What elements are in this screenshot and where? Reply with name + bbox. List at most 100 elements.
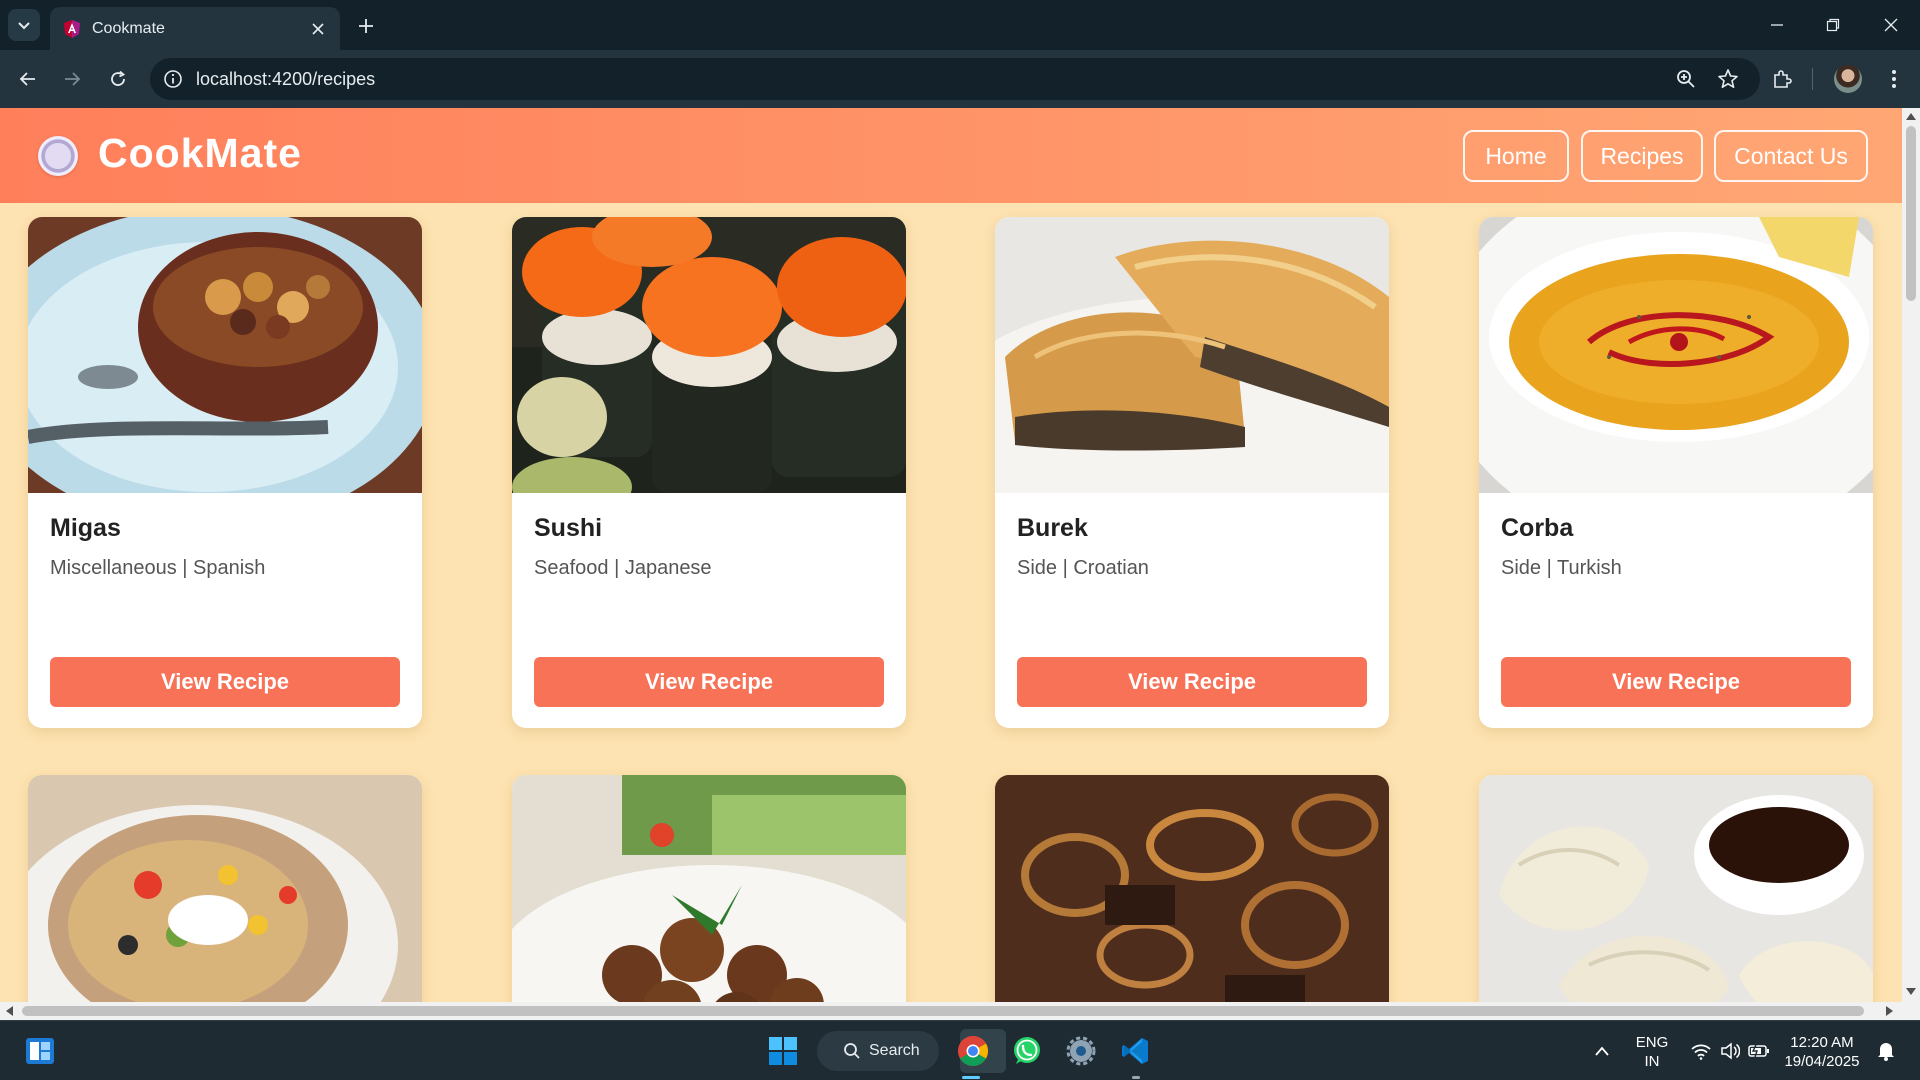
- taskbar-whatsapp[interactable]: [1009, 1033, 1045, 1069]
- widgets-icon: [26, 1038, 54, 1064]
- taskbar-settings[interactable]: [1063, 1033, 1099, 1069]
- search-label: Search: [869, 1042, 920, 1059]
- nav-home[interactable]: Home: [1463, 130, 1569, 182]
- battery-icon: [1748, 1044, 1769, 1058]
- recipe-card-sushi: Sushi Seafood | Japanese View Recipe: [512, 217, 906, 728]
- restore-button[interactable]: [1818, 10, 1848, 40]
- chrome-icon: [957, 1036, 989, 1067]
- logo-text[interactable]: CookMate: [98, 130, 302, 177]
- minimize-button[interactable]: [1762, 10, 1792, 40]
- plus-icon: [359, 19, 373, 33]
- taskbar-search[interactable]: Search: [817, 1031, 939, 1071]
- puzzle-icon: [1774, 70, 1792, 88]
- page-viewport: CookMate Home Recipes Contact Us Migas M…: [0, 108, 1902, 1002]
- horizontal-scrollbar[interactable]: [0, 1002, 1920, 1020]
- scroll-down-arrow-icon[interactable]: [1906, 988, 1916, 996]
- recipe-category-area: Miscellaneous | Spanish: [50, 557, 266, 579]
- vertical-scroll-thumb[interactable]: [1906, 126, 1916, 301]
- recipe-card-falafel: [512, 775, 906, 1002]
- tab-search-button[interactable]: [8, 9, 40, 41]
- volume-icon: [1721, 1042, 1740, 1060]
- recipe-card-migas: Migas Miscellaneous | Spanish View Recip…: [28, 217, 422, 728]
- browser-tab-cookmate[interactable]: Cookmate: [50, 7, 340, 50]
- region-code: IN: [1644, 1053, 1660, 1070]
- close-icon: [1884, 18, 1898, 32]
- recipe-card-corba: Corba Side | Turkish View Recipe: [1479, 217, 1873, 728]
- start-button[interactable]: [765, 1033, 801, 1069]
- vertical-scrollbar[interactable]: [1902, 108, 1920, 1002]
- chevron-up-icon: [1595, 1046, 1609, 1056]
- recipe-image-falafel[interactable]: [512, 775, 906, 1002]
- nav-recipes[interactable]: Recipes: [1581, 130, 1703, 182]
- close-window-button[interactable]: [1876, 10, 1906, 40]
- zoom-icon[interactable]: [1674, 67, 1698, 91]
- whatsapp-icon: [1014, 1037, 1040, 1064]
- tab-title: Cookmate: [92, 19, 165, 37]
- bell-icon: [1878, 1043, 1894, 1061]
- recipe-name: Migas: [50, 514, 121, 542]
- notifications-button[interactable]: [1868, 1033, 1904, 1069]
- vscode-icon: [1122, 1038, 1148, 1064]
- recipe-image-dumplings[interactable]: [1479, 775, 1873, 1002]
- address-bar[interactable]: localhost:4200/recipes: [150, 58, 1760, 100]
- language-code: ENG: [1635, 1034, 1669, 1051]
- recipe-image-stuffed-potato[interactable]: [28, 775, 422, 1002]
- recipe-image-corba[interactable]: [1479, 217, 1873, 493]
- view-recipe-button[interactable]: View Recipe: [1017, 657, 1367, 707]
- extensions-button[interactable]: [1768, 65, 1796, 93]
- clock[interactable]: 12:20 AM 19/04/2025: [1776, 1033, 1868, 1071]
- taskbar-vscode[interactable]: [1117, 1033, 1153, 1069]
- app-header: CookMate Home Recipes Contact Us: [0, 108, 1902, 203]
- recipe-image-beef-onions[interactable]: [995, 775, 1389, 1002]
- recipe-category-area: Side | Turkish: [1501, 557, 1622, 579]
- show-hidden-icons-button[interactable]: [1584, 1033, 1620, 1069]
- minimize-icon: [1771, 24, 1783, 26]
- reload-icon: [111, 70, 126, 86]
- recipe-image-sushi[interactable]: [512, 217, 906, 493]
- gear-icon: [1066, 1036, 1096, 1066]
- view-recipe-button[interactable]: View Recipe: [1501, 657, 1851, 707]
- browser-tab-bar: Cookmate: [0, 0, 1920, 50]
- back-button[interactable]: [12, 63, 44, 95]
- input-language[interactable]: ENG IN: [1628, 1033, 1676, 1071]
- recipe-card-beef-onions: [995, 775, 1389, 1002]
- scroll-right-arrow-icon[interactable]: [1886, 1006, 1894, 1016]
- restore-icon: [1826, 18, 1840, 32]
- profile-avatar[interactable]: [1834, 65, 1862, 93]
- forward-button[interactable]: [56, 63, 88, 95]
- tab-close-button[interactable]: [308, 19, 328, 39]
- browser-menu-button[interactable]: [1880, 65, 1908, 93]
- more-vertical-icon: [1892, 70, 1896, 88]
- angular-favicon-icon: [64, 19, 80, 38]
- chrome-running-indicator: [962, 1076, 980, 1079]
- new-tab-button[interactable]: [352, 12, 380, 40]
- taskbar-chrome[interactable]: [955, 1033, 991, 1069]
- widgets-button[interactable]: [22, 1033, 58, 1069]
- bookmark-star-icon[interactable]: [1716, 67, 1740, 91]
- scroll-up-arrow-icon[interactable]: [1906, 112, 1916, 120]
- recipe-name: Corba: [1501, 514, 1574, 542]
- reload-button[interactable]: [102, 63, 134, 95]
- recipe-name: Burek: [1017, 514, 1088, 542]
- view-recipe-button[interactable]: View Recipe: [50, 657, 400, 707]
- url-text[interactable]: localhost:4200/recipes: [196, 69, 375, 90]
- arrow-right-icon: [65, 72, 81, 86]
- recipe-image-burek[interactable]: [995, 217, 1389, 493]
- horizontal-scroll-thumb[interactable]: [22, 1006, 1864, 1016]
- clock-time: 12:20 AM: [1790, 1034, 1854, 1051]
- recipe-card-dumplings: [1479, 775, 1873, 1002]
- nav-contact-us[interactable]: Contact Us: [1714, 130, 1868, 182]
- vscode-running-indicator: [1132, 1076, 1140, 1079]
- recipe-image-migas[interactable]: [28, 217, 422, 493]
- windows-logo-icon: [769, 1037, 797, 1065]
- view-recipe-button[interactable]: View Recipe: [534, 657, 884, 707]
- close-icon: [312, 22, 324, 35]
- clock-date: 19/04/2025: [1784, 1053, 1860, 1070]
- scroll-left-arrow-icon[interactable]: [5, 1006, 13, 1016]
- site-info-icon[interactable]: [162, 68, 184, 90]
- search-icon: [844, 1043, 860, 1059]
- arrow-left-icon: [19, 72, 35, 86]
- recipe-card-burek: Burek Side | Croatian View Recipe: [995, 217, 1389, 728]
- browser-toolbar: localhost:4200/recipes: [0, 50, 1920, 108]
- system-tray-status[interactable]: [1680, 1033, 1780, 1069]
